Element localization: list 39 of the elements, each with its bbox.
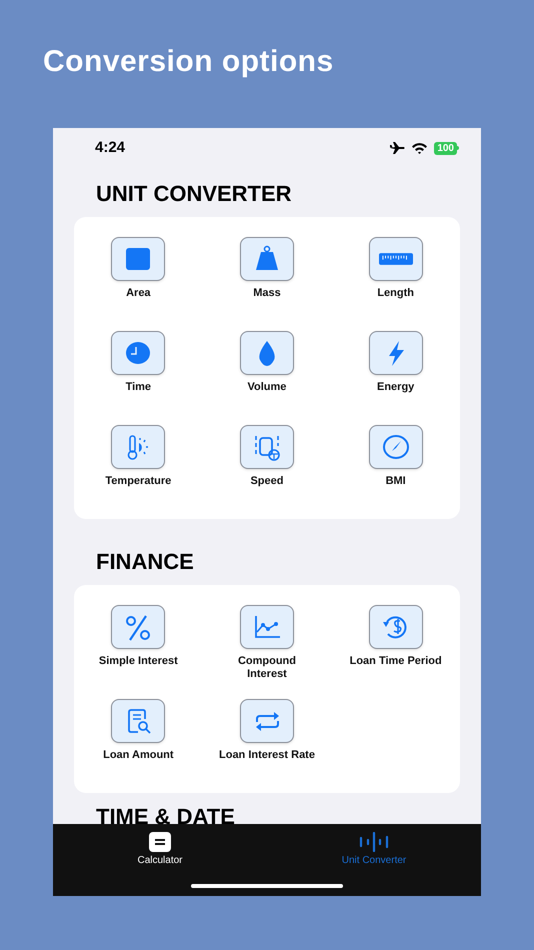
calculator-icon [149,832,171,852]
section-heading: UNIT CONVERTER [95,182,292,206]
battery-indicator: 100 [434,142,457,154]
converter-tile[interactable] [240,237,294,281]
option-label: Simple Interest [98,655,179,668]
converter-tile[interactable] [111,605,166,649]
ruler-icon [378,253,413,265]
option-label: Area [125,287,152,300]
tab-item[interactable]: Unit Converter [267,824,481,867]
option-label: Loan Time Period [348,655,443,668]
converter-tile[interactable] [111,237,166,281]
option-label: Temperature [104,475,172,488]
option-label: Energy [376,381,416,394]
option-label: Loan Interest Rate [218,749,315,762]
airplane-icon [389,141,406,155]
waveform-icon [359,832,389,852]
option-label: Compound Interest [236,655,297,681]
converter-tile[interactable] [240,605,294,649]
option-label: BMI [384,475,407,488]
option-label: Loan Amount [102,749,175,762]
option-label: Speed [249,475,284,488]
wifi-icon [411,142,428,154]
converter-tile[interactable] [368,331,423,375]
converter-tile[interactable] [111,331,166,375]
converter-tile[interactable] [368,237,423,281]
section-heading: FINANCE [95,550,194,574]
converter-tile[interactable] [240,699,294,743]
converter-tile[interactable] [368,605,423,649]
headline: Conversion options [43,44,334,80]
option-label: Time [124,381,152,394]
option-label: Volume [246,381,288,394]
converter-tile[interactable] [111,699,166,743]
converter-tile[interactable] [368,425,423,469]
option-label: Mass [252,287,282,300]
status-time: 4:24 [95,138,126,158]
option-label: Length [376,287,415,300]
converter-tile[interactable] [240,425,294,469]
converter-tile[interactable] [240,331,294,375]
converter-tile[interactable] [111,425,166,469]
